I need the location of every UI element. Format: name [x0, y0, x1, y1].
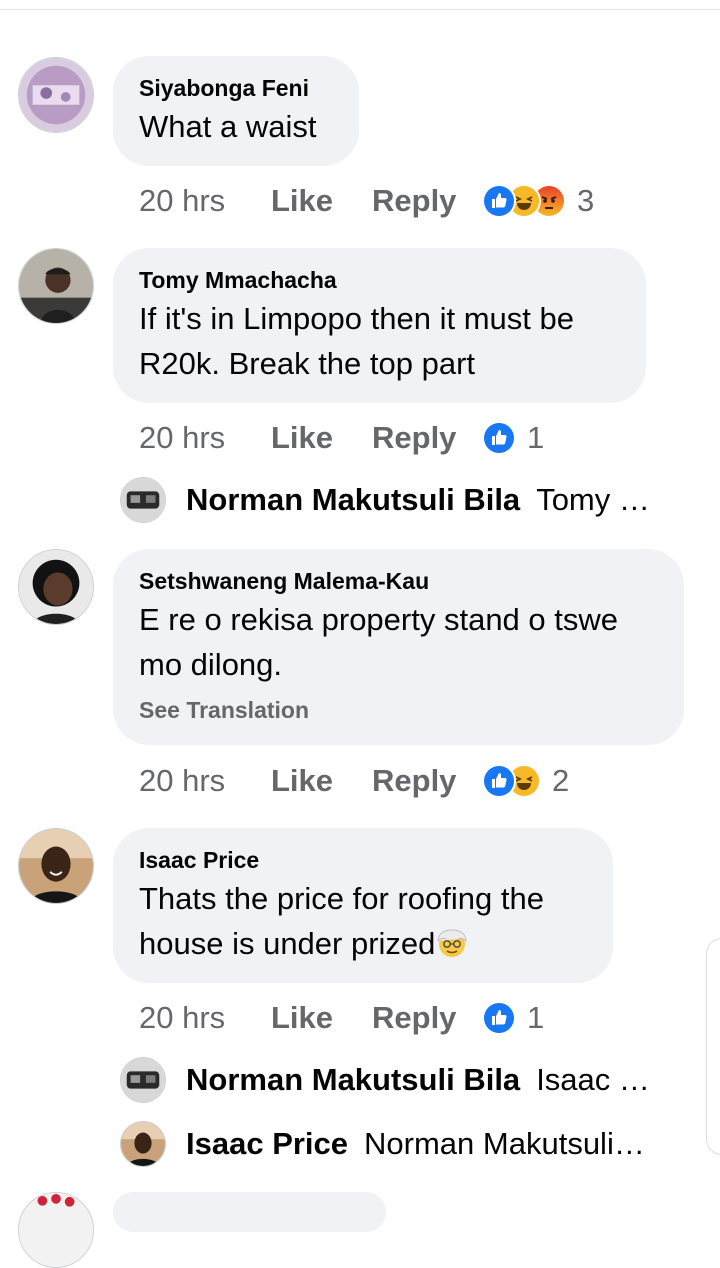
- reply-text: Isaac …: [536, 1062, 650, 1097]
- reply-button[interactable]: Reply: [372, 763, 482, 799]
- top-divider: [0, 9, 720, 10]
- comment-actions: 20 hrs Like Reply 1: [139, 418, 544, 458]
- like-reaction-icon: [482, 1001, 516, 1035]
- avatar-norman-makutsuli-bila: [120, 1057, 166, 1103]
- reply-text: Norman Makutsuli…: [364, 1126, 645, 1161]
- reply-author: Isaac Price: [186, 1126, 349, 1161]
- reaction-count: 1: [527, 420, 545, 455]
- reaction-count: 2: [552, 763, 570, 798]
- avatar-tomy-mmachacha[interactable]: [18, 248, 94, 324]
- reaction-count: 3: [577, 183, 595, 218]
- reaction-count: 1: [527, 1000, 545, 1035]
- avatar-isaac-price: [120, 1121, 166, 1167]
- like-reaction-icon: [482, 421, 516, 455]
- avatar-setshwaneng-malema-kau[interactable]: [18, 549, 94, 625]
- see-translation-link[interactable]: See Translation: [139, 695, 658, 725]
- reply-author: Norman Makutsuli Bila: [186, 1062, 521, 1097]
- older-man-emoji-icon: [435, 926, 469, 960]
- comment-text-content: Thats the price for roofing the house is…: [139, 881, 544, 961]
- reply-preview[interactable]: Norman Makutsuli Bila Isaac …: [120, 1056, 650, 1104]
- reaction-summary[interactable]: 2: [482, 763, 569, 799]
- like-button[interactable]: Like: [271, 183, 372, 219]
- comment-time[interactable]: 20 hrs: [139, 1000, 271, 1036]
- like-reaction-icon: [482, 764, 516, 798]
- comment-bubble[interactable]: Siyabonga Feni What a waist: [113, 56, 359, 166]
- comment-author[interactable]: Isaac Price: [139, 846, 587, 874]
- avatar-siyabonga-feni[interactable]: [18, 57, 94, 133]
- comment-author[interactable]: Setshwaneng Malema-Kau: [139, 567, 658, 595]
- reply-button[interactable]: Reply: [372, 183, 482, 219]
- comment-author[interactable]: Siyabonga Feni: [139, 74, 333, 102]
- comment-text: What a waist: [139, 109, 317, 144]
- comment-actions: 20 hrs Like Reply 3: [139, 181, 594, 221]
- reply-button[interactable]: Reply: [372, 1000, 482, 1036]
- avatar-isaac-price[interactable]: [18, 828, 94, 904]
- avatar-norman-makutsuli-bila: [120, 477, 166, 523]
- comment-bubble[interactable]: Setshwaneng Malema-Kau E re o rekisa pro…: [113, 549, 684, 745]
- comment-bubble[interactable]: Isaac Price Thats the price for roofing …: [113, 828, 613, 983]
- comment-actions: 20 hrs Like Reply 1: [139, 998, 544, 1038]
- like-reaction-icon: [482, 184, 516, 218]
- comment-text: If it's in Limpopo then it must be R20k.…: [139, 301, 574, 381]
- reply-preview[interactable]: Isaac Price Norman Makutsuli…: [120, 1120, 645, 1168]
- reaction-summary[interactable]: 1: [482, 420, 544, 456]
- reply-preview[interactable]: Norman Makutsuli Bila Tomy …: [120, 476, 650, 524]
- comment-text: E re o rekisa property stand o tswe mo d…: [139, 602, 619, 682]
- comment-time[interactable]: 20 hrs: [139, 183, 271, 219]
- reply-author: Norman Makutsuli Bila: [186, 482, 521, 517]
- comment-author[interactable]: Tomy Mmachacha: [139, 266, 620, 294]
- comment-time[interactable]: 20 hrs: [139, 763, 271, 799]
- like-button[interactable]: Like: [271, 1000, 372, 1036]
- comment-text: Thats the price for roofing the house is…: [139, 876, 587, 966]
- reaction-summary[interactable]: 1: [482, 1000, 544, 1036]
- comment-bubble[interactable]: Tomy Mmachacha If it's in Limpopo then i…: [113, 248, 646, 403]
- comment-actions: 20 hrs Like Reply 2: [139, 761, 569, 801]
- like-button[interactable]: Like: [271, 420, 372, 456]
- reply-text: Tomy …: [536, 482, 650, 517]
- like-button[interactable]: Like: [271, 763, 372, 799]
- reply-button[interactable]: Reply: [372, 420, 482, 456]
- reaction-summary[interactable]: 3: [482, 183, 594, 219]
- avatar-next-commenter[interactable]: [18, 1192, 94, 1268]
- comment-bubble[interactable]: [113, 1192, 386, 1232]
- side-panel-edge: [706, 938, 720, 1155]
- comment-time[interactable]: 20 hrs: [139, 420, 271, 456]
